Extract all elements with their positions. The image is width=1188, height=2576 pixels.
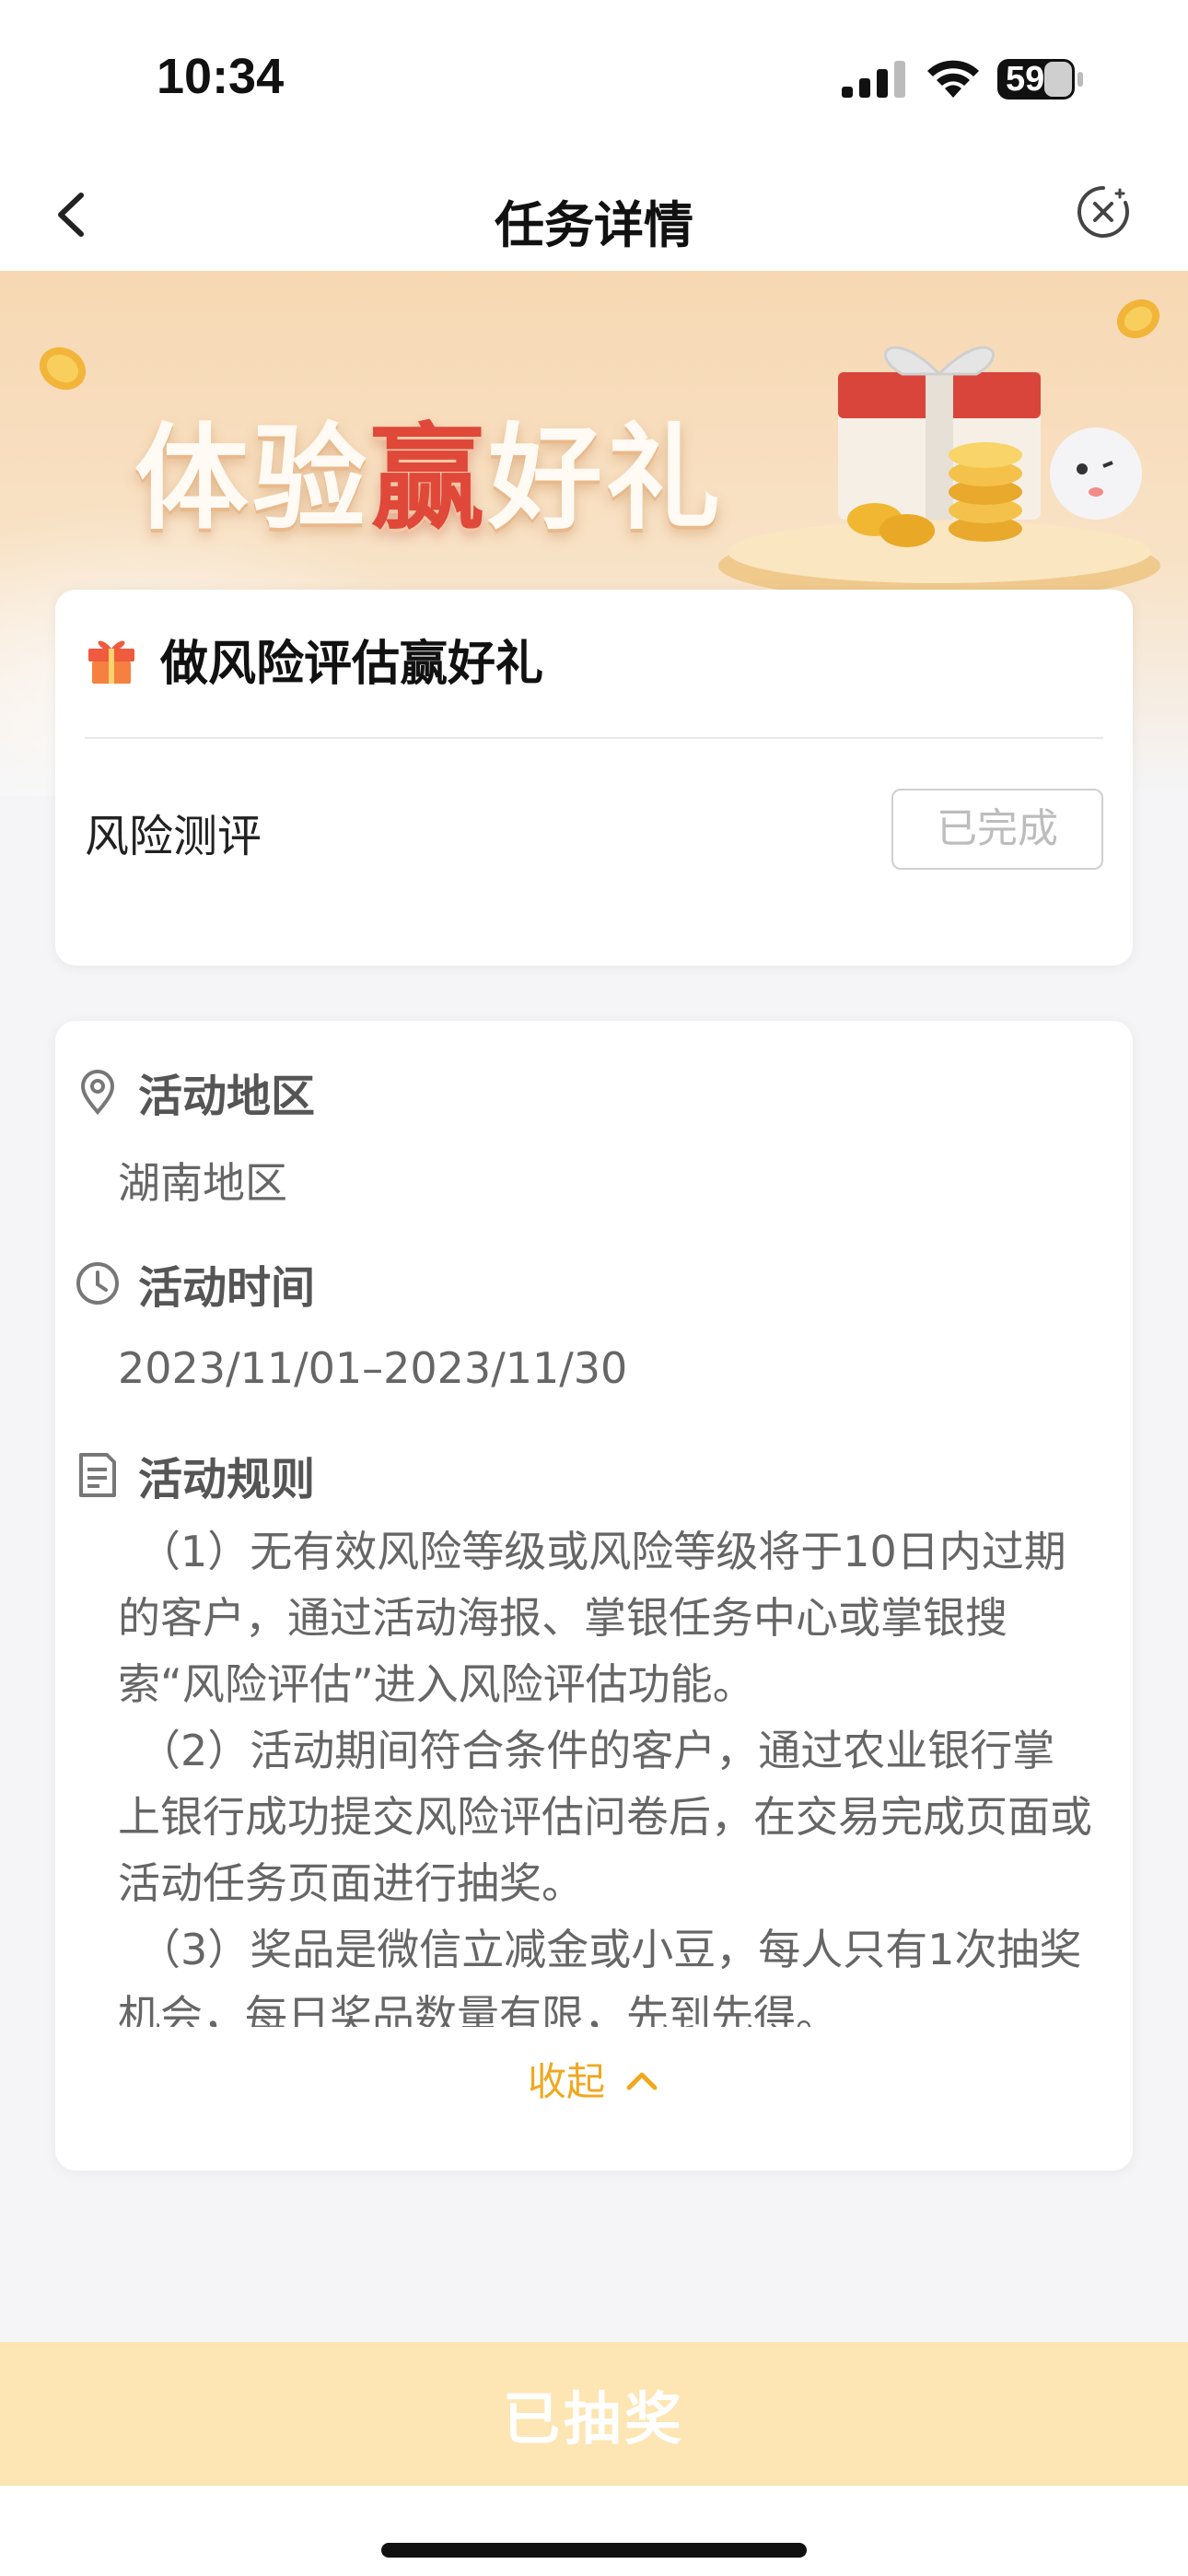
banner-title-part: 好礼 xyxy=(488,413,725,545)
rule-paragraph: （1）无有效风险等级或风险等级将于10日内过期的客户，通过活动海报、掌银任务中心… xyxy=(118,1527,1066,1709)
completed-status-button[interactable]: 已完成 xyxy=(891,789,1103,870)
battery-level: 59 xyxy=(1006,60,1045,99)
rules-text[interactable]: （1）无有效风险等级或风险等级将于10日内过期的客户，通过活动海报、掌银任务中心… xyxy=(118,1518,1094,2027)
nav-bar: 任务详情 xyxy=(0,157,1188,271)
region-heading-row: 活动地区 xyxy=(74,1060,315,1124)
task-title: 做风险评估赢好礼 xyxy=(160,636,544,692)
banner-title-part: 体验 xyxy=(134,413,371,545)
banner-title-accent: 赢 xyxy=(370,413,489,545)
close-circle-icon[interactable] xyxy=(1074,182,1133,241)
divider xyxy=(85,737,1103,739)
cellular-signal-icon xyxy=(842,61,905,98)
collapse-button[interactable]: 收起 xyxy=(55,2051,1133,2107)
rule-paragraph: （3）奖品是微信立减金或小豆，每人只有1次抽奖机会，每日奖品数量有限，先到先得。 xyxy=(118,1925,1082,2027)
draw-button[interactable]: 已抽奖 xyxy=(0,2342,1188,2486)
collapse-label: 收起 xyxy=(527,2059,605,2104)
rule-paragraph: （2）活动期间符合条件的客户，通过农业银行掌上银行成功提交风险评估问卷后，在交易… xyxy=(118,1726,1092,1908)
banner-title: 体验赢好礼 xyxy=(134,385,724,551)
home-indicator[interactable] xyxy=(381,2543,807,2558)
home-indicator-area xyxy=(0,2486,1188,2576)
rules-heading: 活动规则 xyxy=(138,1454,316,1505)
wifi-icon xyxy=(927,60,979,98)
chevron-up-icon xyxy=(626,2072,658,2090)
status-time: 10:34 xyxy=(157,49,285,104)
task-item-label: 风险测评 xyxy=(85,811,262,862)
activity-info-card: 活动地区 湖南地区 活动时间 2023/11/01–2023/11/30 活动规… xyxy=(55,1021,1133,2171)
task-card: 做风险评估赢好礼 风险测评 已完成 xyxy=(55,590,1133,966)
region-value: 湖南地区 xyxy=(118,1158,287,1208)
time-value: 2023/11/01–2023/11/30 xyxy=(118,1343,628,1393)
task-header: 做风险评估赢好礼 xyxy=(85,626,544,692)
status-bar: 10:34 59 xyxy=(0,0,1188,157)
region-heading: 活动地区 xyxy=(138,1071,316,1122)
time-heading-row: 活动时间 xyxy=(74,1251,315,1316)
coin-icon xyxy=(39,346,87,391)
draw-button-label: 已抽奖 xyxy=(502,2385,685,2453)
rules-heading-row: 活动规则 xyxy=(74,1443,315,1507)
gift-icon xyxy=(88,640,134,684)
page-title: 任务详情 xyxy=(495,196,693,254)
gift-box-illustration xyxy=(718,345,1160,601)
document-icon xyxy=(79,1453,116,1497)
battery-icon: 59 xyxy=(996,58,1085,100)
time-heading: 活动时间 xyxy=(138,1262,316,1314)
clock-icon xyxy=(76,1262,119,1305)
location-pin-icon xyxy=(80,1070,115,1116)
